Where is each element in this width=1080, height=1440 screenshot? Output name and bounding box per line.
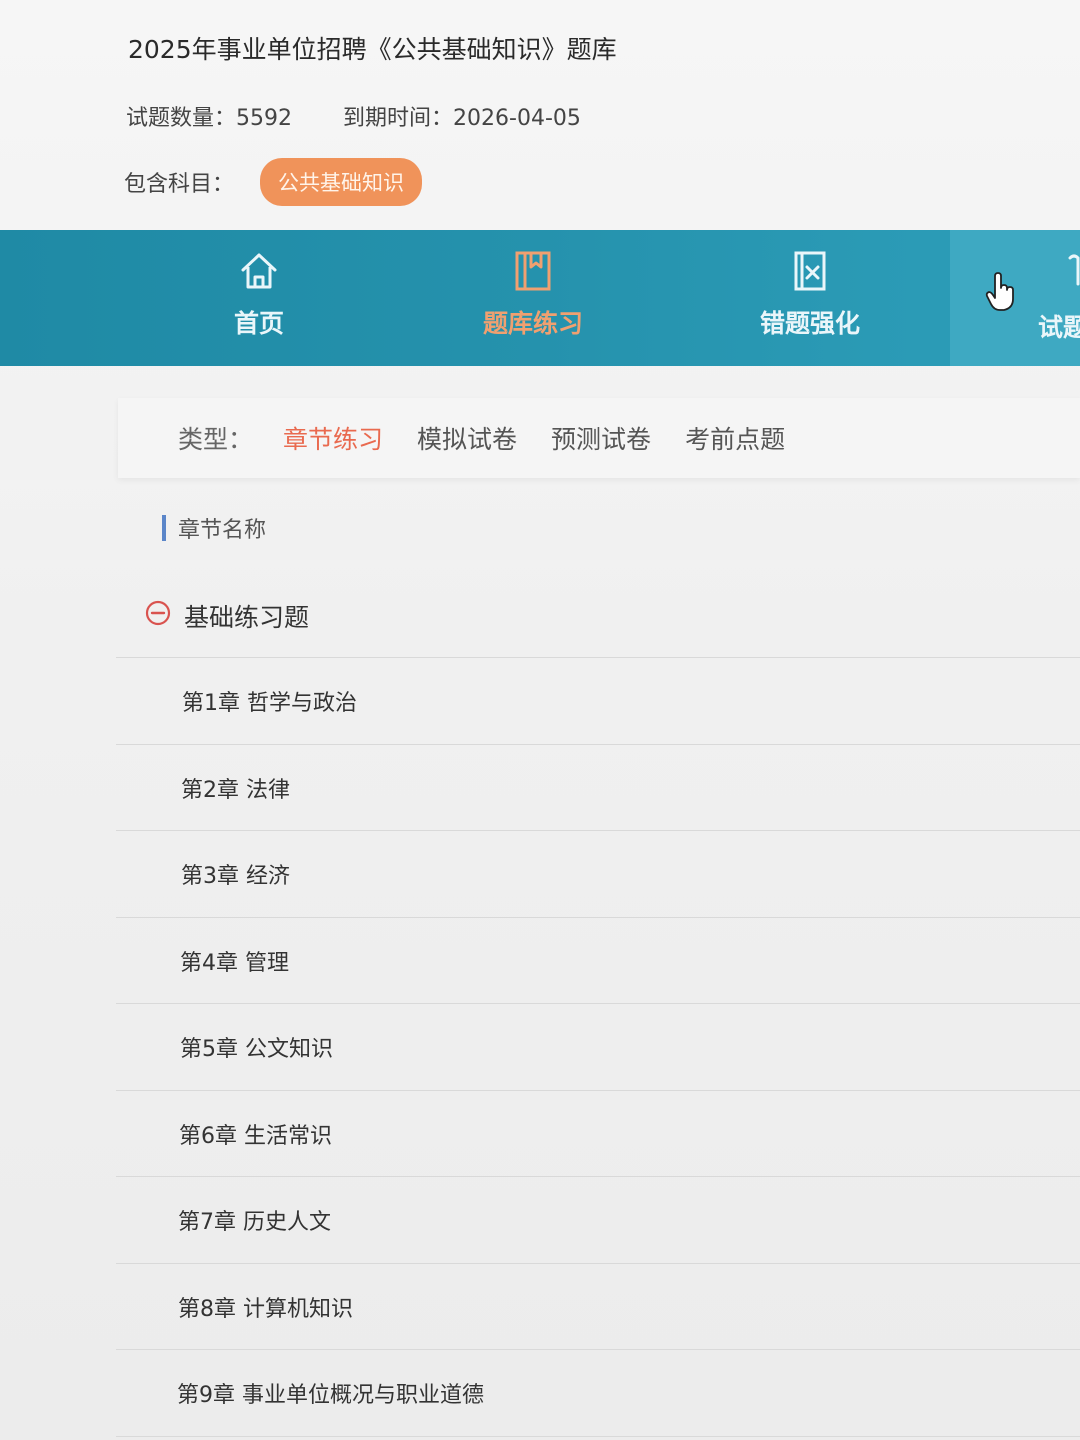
row-divider [116,1436,1080,1437]
row-divider [116,1263,1080,1264]
chapter-item[interactable]: 第8章 计算机知识 [178,1291,353,1323]
chapter-item[interactable]: 第3章 经济 [181,858,290,890]
row-divider [116,1090,1080,1091]
chapter-item[interactable]: 第7章 历史人文 [178,1204,331,1236]
page: 2025年事业单位招聘《公共基础知识》题库 试题数量：5592 到期时间：202… [0,0,1080,1440]
row-divider [116,744,1080,745]
row-divider [116,917,1080,918]
chapter-list: 第1章 哲学与政治 第2章 法律 第3章 经济 第4章 管理第5章 公文知识 第6章 生… [0,0,1080,1440]
chapter-item[interactable]: 第6章 生活常识 [179,1118,332,1150]
row-divider [116,657,1080,658]
row-divider [116,1349,1080,1350]
chapter-item[interactable]: 第2章 法律 [181,772,290,804]
row-divider [116,1003,1080,1004]
chapter-item[interactable]: 第4章 管理 [180,945,289,977]
chapter-item[interactable]: 第1章 哲学与政治 [182,685,357,717]
row-divider [116,830,1080,831]
row-divider [116,1176,1080,1177]
chapter-item[interactable]: 第9章 事业单位概况与职业道德 [177,1377,484,1409]
chapter-item[interactable]: 第5章 公文知识 [180,1031,333,1063]
